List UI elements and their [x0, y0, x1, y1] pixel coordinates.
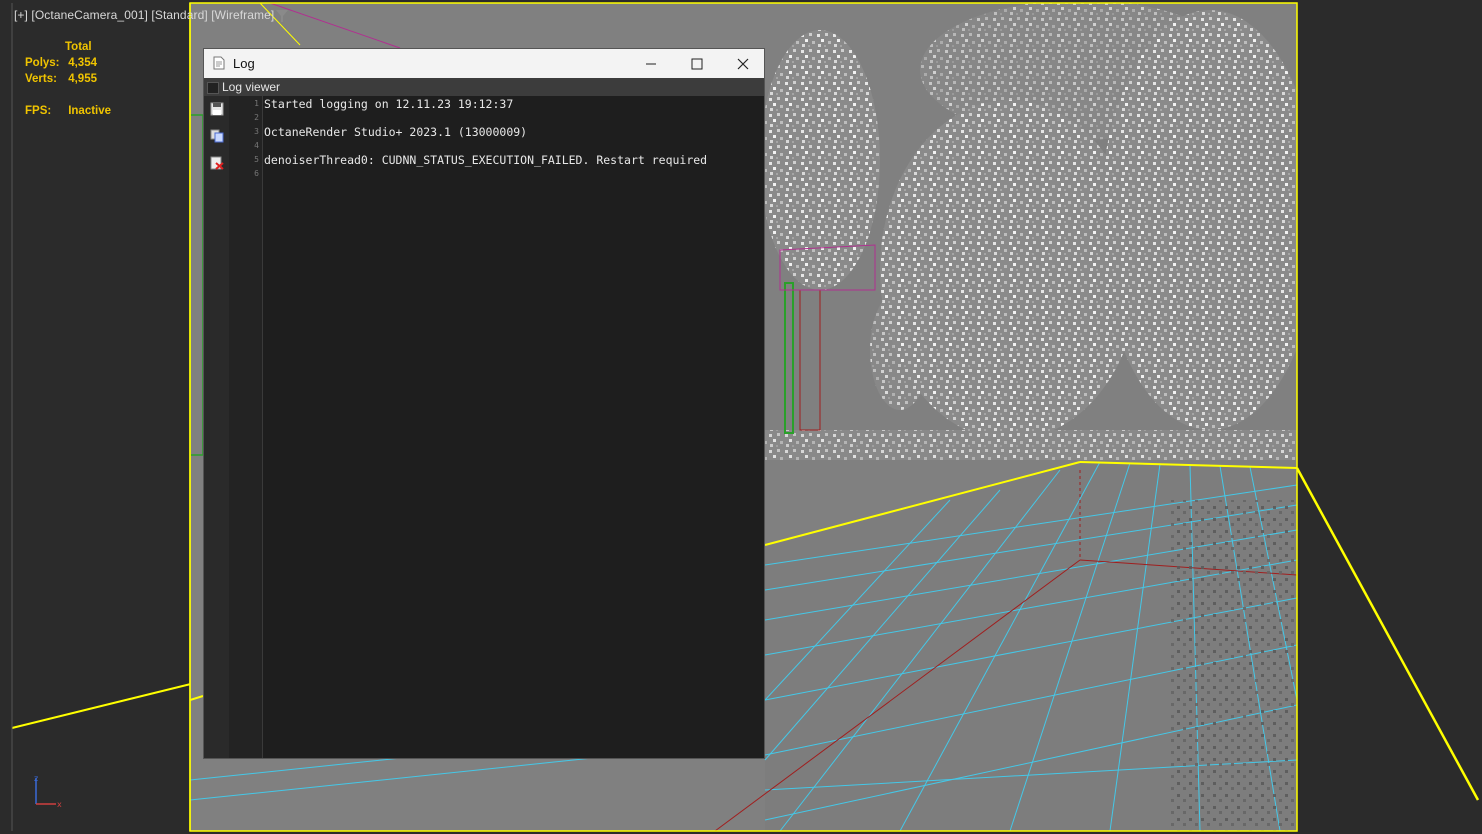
axis-z-label: z	[34, 774, 38, 783]
minimize-button[interactable]	[628, 49, 674, 78]
log-app-icon	[213, 56, 225, 75]
log-line: Started logging on 12.11.23 19:12:37	[264, 97, 514, 111]
line-number: 1	[254, 99, 259, 108]
line-number: 4	[254, 141, 259, 150]
log-viewer-label: Log viewer	[222, 80, 281, 94]
log-window-title: Log	[233, 56, 255, 71]
log-viewer-toggle[interactable]	[207, 82, 219, 94]
log-line: denoiserThread0: CUDNN_STATUS_EXECUTION_…	[264, 153, 708, 167]
viewport-shading-menu[interactable]: [Standard]	[151, 8, 207, 22]
close-button[interactable]	[720, 49, 766, 78]
log-window-titlebar[interactable]: Log	[204, 49, 764, 78]
minimize-icon	[646, 63, 656, 64]
log-text-area[interactable]: Started logging on 12.11.23 19:12:37 Oct…	[264, 96, 764, 758]
filter-icon[interactable]	[276, 9, 288, 27]
line-number: 2	[254, 113, 259, 122]
line-number: 5	[254, 155, 259, 164]
stats-verts-label: Verts:	[25, 73, 57, 85]
axis-gizmo: z x	[30, 772, 70, 817]
axis-x-label: x	[57, 800, 62, 809]
stats-verts-value: 4,955	[68, 73, 97, 85]
maximize-button[interactable]	[674, 49, 720, 78]
close-icon	[737, 58, 749, 69]
log-window[interactable]: Log Log viewer 1 2 3 4 5 6 Started loggi…	[203, 48, 765, 759]
maximize-icon	[691, 58, 703, 69]
stats-polys-label: Polys:	[25, 57, 60, 69]
log-toolbar	[204, 96, 229, 758]
stats-fps-value: Inactive	[68, 105, 112, 117]
save-icon[interactable]	[210, 102, 224, 116]
viewport-display-menu[interactable]: [Wireframe]	[211, 8, 274, 22]
viewport-statistics: Total Polys: 4,354 Verts: 4,955 FPS: Ina…	[25, 39, 111, 119]
viewport-menu-button[interactable]: [+]	[14, 8, 28, 22]
stats-polys-value: 4,354	[68, 57, 97, 69]
line-number: 6	[254, 169, 259, 178]
log-viewer-header: Log viewer	[204, 78, 764, 96]
clear-icon[interactable]	[210, 156, 224, 170]
copy-icon[interactable]	[210, 129, 224, 143]
line-number-gutter: 1 2 3 4 5 6	[229, 96, 263, 758]
stats-fps-label: FPS:	[25, 105, 52, 117]
viewport-label[interactable]: [+] [OctaneCamera_001] [Standard] [Wiref…	[14, 8, 274, 22]
line-number: 3	[254, 127, 259, 136]
viewport-camera-menu[interactable]: [OctaneCamera_001]	[31, 8, 148, 22]
stats-total-label: Total	[65, 41, 92, 53]
log-line: OctaneRender Studio+ 2023.1 (13000009)	[264, 125, 528, 139]
